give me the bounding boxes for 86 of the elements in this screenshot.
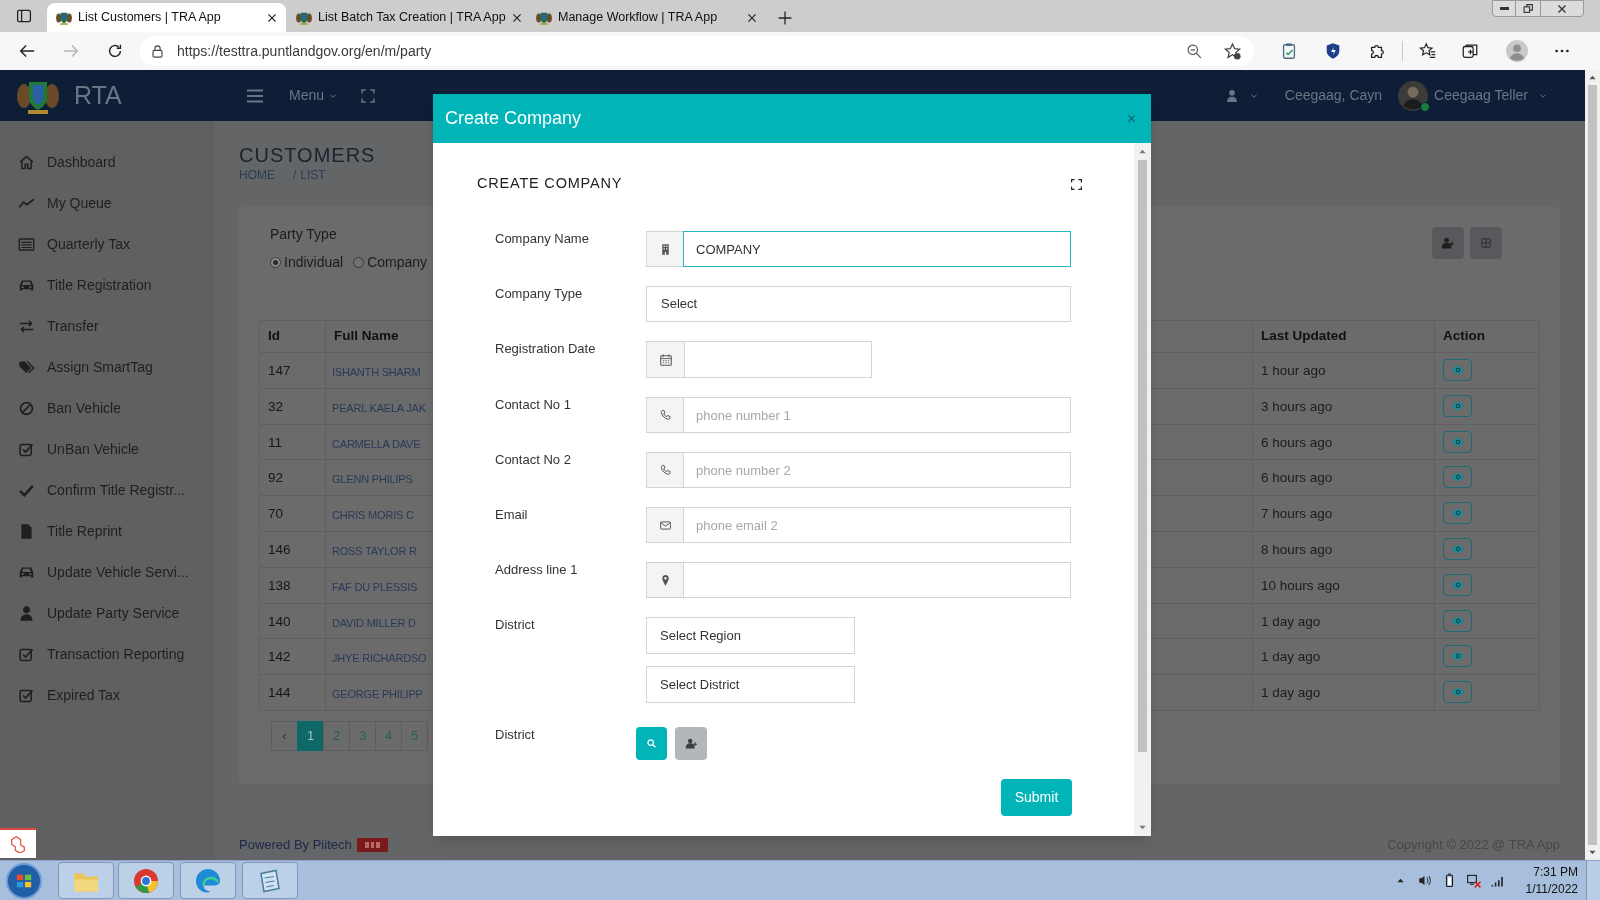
sidebar-item[interactable]: Quarterly Tax [0,224,215,265]
field-label: District [495,617,536,633]
table-cell: 32 [259,388,326,425]
sidebar-item[interactable]: Ban Vehicle [0,388,215,429]
user-menu[interactable]: Ceegaag Teller [1434,85,1548,106]
field-label: District [495,727,536,743]
table-cell: 140 [259,603,326,639]
page-button[interactable]: 5 [401,720,428,751]
sidebar-item[interactable]: Transaction Reporting [0,634,215,675]
customer-link[interactable]: PEARL KAELA JAK [332,401,426,414]
table-cell: 138 [259,567,326,604]
sidebar-item[interactable]: UnBan Vehicle [0,429,215,470]
radio-label: Individual [284,253,344,272]
field-label: Contact No 2 [495,452,572,468]
radio-label: Company [367,253,428,272]
table-cell: 1 day ago [1252,603,1435,639]
table-cell: 144 [259,674,326,711]
field-label: Email [495,507,529,523]
text-field[interactable]: phone email 2 [683,507,1071,543]
field-label: Company Name [495,231,590,247]
field-label: Contact No 1 [495,397,572,413]
powered-by-text: Powered By Piitech [239,836,352,855]
clock[interactable]: 7:31 PM 1/11/2022 [1520,863,1578,898]
sidebar-item[interactable]: Transfer [0,306,215,347]
table-cell: 6 hours ago [1252,459,1435,496]
brand-name: RTA [74,79,122,111]
text-field[interactable]: phone number 2 [683,452,1071,488]
sidebar-item[interactable]: Title Reprint [0,511,215,552]
sidebar-item[interactable]: Update Vehicle Servi... [0,552,215,593]
customer-link[interactable]: CHRIS MORIS C [332,509,414,522]
field-label: Company Type [495,286,584,302]
table-cell: 6 hours ago [1252,424,1435,460]
page-button[interactable]: 4 [375,720,402,751]
table-cell: 1 day ago [1252,674,1435,711]
table-cell: 1 hour ago [1252,352,1435,389]
breadcrumb-link[interactable]: LIST [300,167,326,183]
url-text: https://testtra.puntlandgov.org/en/m/party [177,41,432,61]
user-short-name[interactable]: Ceegaag, Cayn [1284,85,1383,106]
customer-link[interactable]: JHYE RICHARDSO [332,652,427,665]
field-label: Party Type [270,227,338,241]
sidebar-item[interactable]: Update Party Service [0,593,215,634]
customer-link[interactable]: ISHANTH SHARM [332,366,421,378]
select-field[interactable]: Select District [646,666,855,703]
select-field[interactable]: Select Region [646,617,855,654]
table-cell: 92 [259,459,326,496]
customer-link[interactable]: CARMELLA DAVE [332,437,421,450]
page-button[interactable]: 3 [349,720,376,751]
customer-link[interactable]: FAF DU PLESSIS [332,580,418,593]
customer-link[interactable]: GEORGE PHILIPP [332,688,423,701]
table-cell: 7 hours ago [1252,495,1435,532]
column-header: Action [1434,320,1540,353]
table-cell: 8 hours ago [1252,531,1435,568]
table-cell: 142 [259,638,326,675]
column-header: Id [259,320,326,353]
sidebar-item[interactable]: Expired Tax [0,675,215,716]
browser-tab[interactable]: List Customers | TRA App [47,3,286,32]
field-label: Address line 1 [495,562,579,578]
table-cell: 10 hours ago [1252,567,1435,604]
sidebar-item[interactable]: My Queue [0,183,215,224]
address-field[interactable]: https://testtra.puntlandgov.org/en/m/party [140,36,1254,66]
table-cell: 147 [259,352,326,389]
table-cell: 146 [259,531,326,568]
column-header: Last Updated [1252,320,1435,353]
customer-link[interactable]: GLENN PHILIPS [332,473,413,486]
sidebar-item[interactable]: Title Registration [0,265,215,306]
text-field[interactable]: phone number 1 [683,397,1071,433]
text-field[interactable]: COMPANY [683,231,1071,267]
form-heading: CREATE COMPANY [477,174,623,194]
select-field[interactable]: Select [646,286,1071,322]
page-button[interactable]: 1 [297,720,324,751]
table-cell: 70 [259,495,326,532]
breadcrumb-link[interactable]: HOME [239,167,275,183]
table-cell: 3 hours ago [1252,388,1435,425]
table-cell: 11 [259,424,326,460]
sidebar-item[interactable]: Confirm Title Registr... [0,470,215,511]
customer-link[interactable]: DAVID MILLER D [332,616,416,629]
page-title: CUSTOMERS [239,143,376,167]
modal-title: Create Company [445,107,582,130]
table-cell: 1 day ago [1252,638,1435,675]
customer-link[interactable]: ROSS TAYLOR R [332,545,417,557]
breadcrumb-separator: / [293,167,297,183]
page-button[interactable]: 2 [323,720,350,751]
menu-dropdown[interactable]: Menu [289,85,339,106]
submit-button[interactable]: Submit [1001,779,1072,816]
sidebar-item[interactable]: Dashboard [0,142,215,183]
sidebar-item[interactable]: Assign SmartTag [0,347,215,388]
